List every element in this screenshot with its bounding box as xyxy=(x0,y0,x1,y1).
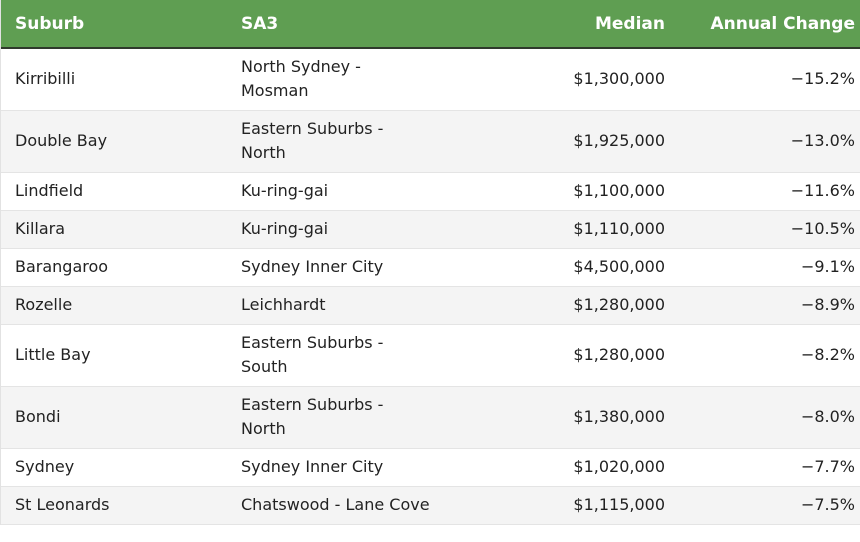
cell-change: −11.6% xyxy=(671,172,860,211)
cell-suburb: Sydney xyxy=(1,448,227,487)
cell-change: −10.5% xyxy=(671,210,860,249)
table-header: Suburb SA3 Median Annual Change xyxy=(1,0,860,49)
cell-sa3-text: Eastern Suburbs - South xyxy=(241,333,384,376)
cell-median: $1,100,000 xyxy=(457,172,671,211)
table-row: Double Bay Eastern Suburbs - North $1,92… xyxy=(1,110,860,173)
cell-median: $1,280,000 xyxy=(457,324,671,387)
cell-suburb: Barangaroo xyxy=(1,248,227,287)
cell-sa3-text: Ku-ring-gai xyxy=(241,219,329,238)
table-row: Killara Ku-ring-gai $1,110,000 −10.5% xyxy=(1,210,860,249)
cell-suburb: Bondi xyxy=(1,386,227,449)
cell-sa3-text: Sydney Inner City xyxy=(241,257,384,276)
table-row: St Leonards Chatswood - Lane Cove $1,115… xyxy=(1,486,860,525)
cell-sa3-text: Chatswood - Lane Cove xyxy=(241,495,430,514)
cell-sa3: Ku-ring-gai xyxy=(227,172,457,211)
cell-median: $1,110,000 xyxy=(457,210,671,249)
cell-median: $1,380,000 xyxy=(457,386,671,449)
cell-suburb: Lindfield xyxy=(1,172,227,211)
cell-median: $1,300,000 xyxy=(457,48,671,111)
cell-sa3: North Sydney - Mosman xyxy=(227,48,457,111)
cell-sa3-text: North Sydney - Mosman xyxy=(241,57,361,101)
cell-change: −8.2% xyxy=(671,324,860,387)
header-suburb[interactable]: Suburb xyxy=(1,0,227,49)
header-median[interactable]: Median xyxy=(457,0,671,49)
header-row: Suburb SA3 Median Annual Change xyxy=(1,0,860,49)
table-row: Bondi Eastern Suburbs - North $1,380,000… xyxy=(1,386,860,449)
cell-median: $4,500,000 xyxy=(457,248,671,287)
cell-suburb: Little Bay xyxy=(1,324,227,387)
cell-median: $1,925,000 xyxy=(457,110,671,173)
table-row: Rozelle Leichhardt $1,280,000 −8.9% xyxy=(1,286,860,325)
table-row: Lindfield Ku-ring-gai $1,100,000 −11.6% xyxy=(1,172,860,211)
cell-change: −15.2% xyxy=(671,48,860,111)
cell-change: −8.0% xyxy=(671,386,860,449)
table-row: Kirribilli North Sydney - Mosman $1,300,… xyxy=(1,48,860,111)
cell-median: $1,280,000 xyxy=(457,286,671,325)
cell-sa3: Eastern Suburbs - South xyxy=(227,324,457,387)
cell-suburb: Kirribilli xyxy=(1,48,227,111)
cell-sa3: Chatswood - Lane Cove xyxy=(227,486,457,525)
cell-sa3-text: Eastern Suburbs - North xyxy=(241,395,384,438)
table-row: Sydney Sydney Inner City $1,020,000 −7.7… xyxy=(1,448,860,487)
suburb-price-table: Suburb SA3 Median Annual Change Kirribil… xyxy=(1,0,860,525)
data-table-container: Suburb SA3 Median Annual Change Kirribil… xyxy=(0,0,860,525)
table-row: Barangaroo Sydney Inner City $4,500,000 … xyxy=(1,248,860,287)
cell-change: −7.5% xyxy=(671,486,860,525)
cell-sa3-text: Sydney Inner City xyxy=(241,457,384,476)
cell-suburb: Double Bay xyxy=(1,110,227,173)
cell-sa3: Sydney Inner City xyxy=(227,248,457,287)
cell-suburb: Killara xyxy=(1,210,227,249)
cell-change: −13.0% xyxy=(671,110,860,173)
cell-sa3: Leichhardt xyxy=(227,286,457,325)
cell-sa3-text: Ku-ring-gai xyxy=(241,181,329,200)
cell-median: $1,115,000 xyxy=(457,486,671,525)
cell-sa3: Sydney Inner City xyxy=(227,448,457,487)
table-row: Little Bay Eastern Suburbs - South $1,28… xyxy=(1,324,860,387)
header-annual-change[interactable]: Annual Change xyxy=(671,0,860,49)
cell-median: $1,020,000 xyxy=(457,448,671,487)
cell-sa3: Eastern Suburbs - North xyxy=(227,110,457,173)
cell-sa3-text: Eastern Suburbs - North xyxy=(241,119,384,162)
cell-change: −8.9% xyxy=(671,286,860,325)
cell-sa3: Ku-ring-gai xyxy=(227,210,457,249)
cell-change: −9.1% xyxy=(671,248,860,287)
table-body: Kirribilli North Sydney - Mosman $1,300,… xyxy=(1,48,860,525)
cell-sa3-text: Leichhardt xyxy=(241,295,326,314)
cell-sa3: Eastern Suburbs - North xyxy=(227,386,457,449)
cell-suburb: Rozelle xyxy=(1,286,227,325)
cell-change: −7.7% xyxy=(671,448,860,487)
header-sa3[interactable]: SA3 xyxy=(227,0,457,49)
cell-suburb: St Leonards xyxy=(1,486,227,525)
